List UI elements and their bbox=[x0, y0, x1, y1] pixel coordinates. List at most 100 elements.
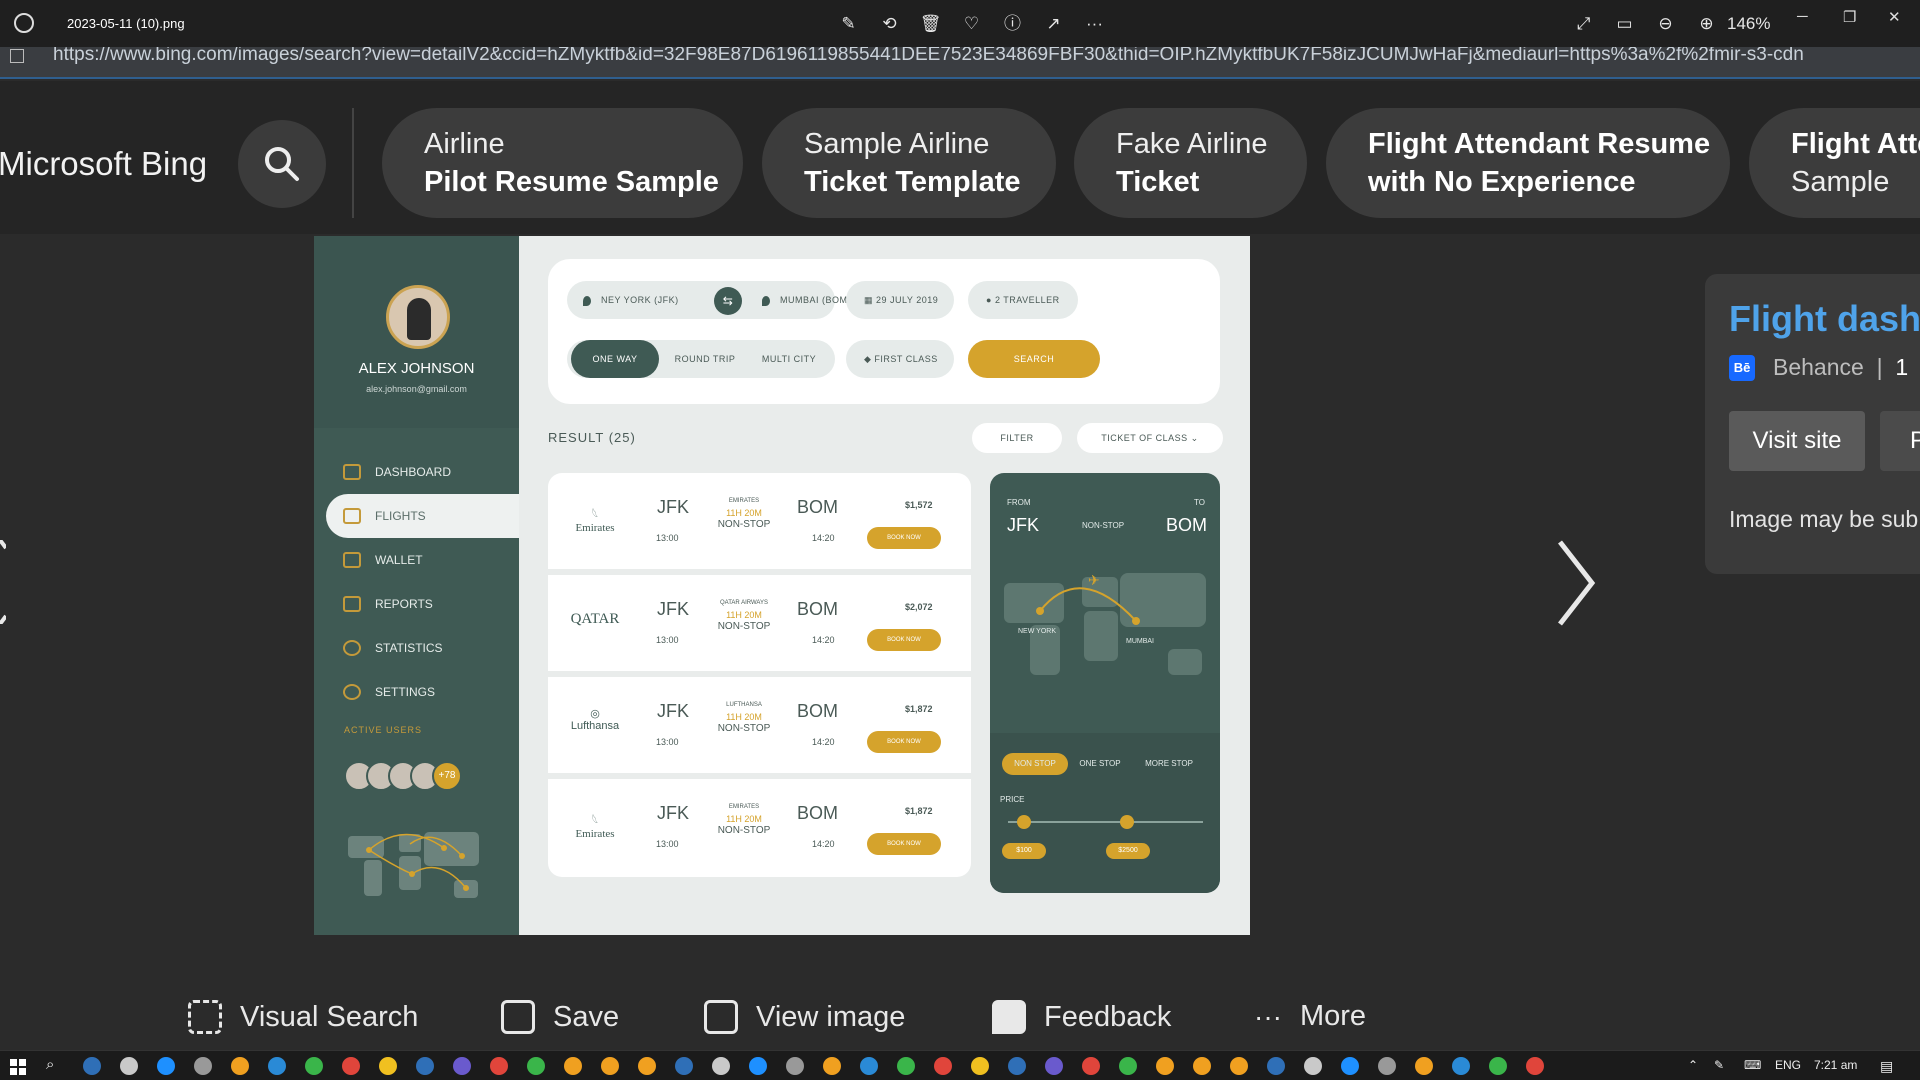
taskbar-app-icon[interactable] bbox=[268, 1057, 286, 1075]
taskbar-app-icon[interactable] bbox=[305, 1057, 323, 1075]
notifications-icon[interactable]: ▤ bbox=[1880, 1058, 1893, 1075]
fit-icon[interactable]: ▭ bbox=[1604, 12, 1645, 36]
delete-icon[interactable]: 🗑 bbox=[910, 12, 951, 36]
taskbar-app-icon[interactable] bbox=[860, 1057, 878, 1075]
more-icon[interactable]: ··· bbox=[1074, 12, 1115, 36]
taskbar-app-icon[interactable] bbox=[157, 1057, 175, 1075]
related-search-chip[interactable]: Airline Pilot Resume Sample bbox=[382, 108, 743, 218]
bing-logo[interactable]: Microsoft Bing bbox=[0, 145, 207, 183]
taskbar-app-icon[interactable] bbox=[934, 1057, 952, 1075]
airline-logo: 𓆩 Emirates bbox=[575, 815, 615, 840]
related-search-chip[interactable]: Flight Atte Sample bbox=[1749, 108, 1920, 218]
taskbar-app-icon[interactable] bbox=[527, 1057, 545, 1075]
taskbar-app-icon[interactable] bbox=[1193, 1057, 1211, 1075]
taskbar-app-icon[interactable] bbox=[231, 1057, 249, 1075]
taskbar-app-icon[interactable] bbox=[971, 1057, 989, 1075]
taskbar-app-icon[interactable] bbox=[83, 1057, 101, 1075]
taskbar-app-icon[interactable] bbox=[194, 1057, 212, 1075]
taskbar-app-icon[interactable] bbox=[453, 1057, 471, 1075]
share-icon[interactable]: ↗ bbox=[1033, 12, 1074, 36]
viewer-titlebar: 2023-05-11 (10).png ✎ ⟲ 🗑 ♡ ⓘ ↗ ··· ⤢ ▭ … bbox=[0, 0, 1920, 47]
viewer-toolbar: ✎ ⟲ 🗑 ♡ ⓘ ↗ ··· bbox=[828, 12, 1115, 36]
taskbar-app-icon[interactable] bbox=[379, 1057, 397, 1075]
feedback-button[interactable]: Feedback bbox=[992, 1000, 1171, 1034]
active-users-label: ACTIVE USERS bbox=[344, 725, 423, 735]
prev-image-arrow[interactable] bbox=[0, 540, 6, 624]
taskbar-app-icon[interactable] bbox=[564, 1057, 582, 1075]
origin-code: JFK bbox=[657, 599, 690, 619]
pen-icon[interactable]: ✎ bbox=[1714, 1058, 1724, 1072]
taskbar-app-icon[interactable] bbox=[342, 1057, 360, 1075]
expand-icon[interactable]: ⤢ bbox=[1563, 12, 1604, 36]
taskbar-app-icon[interactable] bbox=[601, 1057, 619, 1075]
clock[interactable]: 7:21 am bbox=[1814, 1058, 1857, 1072]
taskbar-app-icon[interactable] bbox=[1119, 1057, 1137, 1075]
sidebar-item-reports: REPORTS bbox=[314, 582, 519, 626]
secondary-button[interactable]: P bbox=[1880, 411, 1920, 471]
taskbar-app-icon[interactable] bbox=[675, 1057, 693, 1075]
class-field: ◆ FIRST CLASS bbox=[846, 340, 954, 378]
taskbar-app-icon[interactable] bbox=[1267, 1057, 1285, 1075]
search-button[interactable] bbox=[238, 120, 326, 208]
taskbar-app-icon[interactable] bbox=[1526, 1057, 1544, 1075]
related-search-chip[interactable]: Sample Airline Ticket Template bbox=[762, 108, 1056, 218]
image-title-link[interactable]: Flight dashb bbox=[1729, 298, 1920, 340]
taskbar-app-icon[interactable] bbox=[1156, 1057, 1174, 1075]
taskbar-search-icon[interactable]: ⌕ bbox=[46, 1056, 54, 1073]
taskbar-app-icon[interactable] bbox=[1415, 1057, 1433, 1075]
taskbar-app-icon[interactable] bbox=[1230, 1057, 1248, 1075]
copyright-notice: Image may be sub bbox=[1729, 506, 1919, 532]
next-image-arrow[interactable] bbox=[1556, 538, 1596, 628]
flight-info: EMIRATES 11H 20M NON-STOP bbox=[717, 498, 771, 530]
related-search-chip[interactable]: Fake Airline Ticket bbox=[1074, 108, 1307, 218]
taskbar-app-icon[interactable] bbox=[1008, 1057, 1026, 1075]
taskbar-app-icon[interactable] bbox=[1378, 1057, 1396, 1075]
from-label: FROM bbox=[1007, 498, 1031, 507]
visual-search-button[interactable]: Visual Search bbox=[188, 1000, 418, 1034]
more-button[interactable]: ··· More bbox=[1254, 1000, 1366, 1033]
rotate-icon[interactable]: ⟲ bbox=[869, 12, 910, 36]
taskbar-app-icon[interactable] bbox=[749, 1057, 767, 1075]
traveller-field: ● 2 TRAVELLER bbox=[968, 281, 1078, 319]
taskbar-app-icon[interactable] bbox=[786, 1057, 804, 1075]
heart-icon[interactable]: ♡ bbox=[951, 12, 992, 36]
taskbar-app-icon[interactable] bbox=[1045, 1057, 1063, 1075]
restore-button[interactable]: ❐ bbox=[1843, 8, 1856, 26]
departure-time: 13:00 bbox=[656, 533, 679, 543]
zoom-in-icon[interactable]: ⊕ bbox=[1686, 12, 1727, 36]
taskbar-app-icon[interactable] bbox=[1341, 1057, 1359, 1075]
related-search-chip[interactable]: Flight Attendant Resume with No Experienc… bbox=[1326, 108, 1730, 218]
taskbar-app-icon[interactable] bbox=[1304, 1057, 1322, 1075]
zoom-out-icon[interactable]: ⊖ bbox=[1645, 12, 1686, 36]
view-image-button[interactable]: View image bbox=[704, 1000, 905, 1034]
minimize-button[interactable]: ─ bbox=[1797, 8, 1808, 25]
taskbar-app-icon[interactable] bbox=[120, 1057, 138, 1075]
taskbar-app-icon[interactable] bbox=[712, 1057, 730, 1075]
book-now-button: BOOK NOW bbox=[867, 527, 941, 549]
save-button[interactable]: Save bbox=[501, 1000, 619, 1034]
taskbar-app-icon[interactable] bbox=[1489, 1057, 1507, 1075]
from-field: NEY YORK (JFK) bbox=[601, 295, 679, 305]
taskbar-app-icon[interactable] bbox=[1452, 1057, 1470, 1075]
taskbar-app-icon[interactable] bbox=[823, 1057, 841, 1075]
flight-card: ◎ Lufthansa JFK 13:00 LUFTHANSA 11H 20M NON… bbox=[548, 677, 971, 773]
taskbar-app-icon[interactable] bbox=[638, 1057, 656, 1075]
visit-site-button[interactable]: Visit site bbox=[1729, 411, 1865, 471]
behance-icon: Bē bbox=[1729, 355, 1755, 381]
info-icon[interactable]: ⓘ bbox=[992, 12, 1033, 36]
flight-dashboard-image[interactable]: ALEX JOHNSON alex.johnson@gmail.com DASH… bbox=[314, 236, 1250, 935]
tray-chevron-icon[interactable]: ⌃ bbox=[1688, 1058, 1698, 1072]
edit-icon[interactable]: ✎ bbox=[828, 12, 869, 36]
origin-code: JFK bbox=[657, 497, 690, 517]
keyboard-icon[interactable]: ⌨ bbox=[1744, 1058, 1761, 1072]
close-button[interactable]: ✕ bbox=[1888, 8, 1901, 26]
windows-start-icon[interactable] bbox=[10, 1059, 26, 1075]
taskbar-app-icon[interactable] bbox=[490, 1057, 508, 1075]
flight-card: 𓆩 Emirates JFK 13:00 EMIRATES 11H 20M NON-S… bbox=[548, 779, 971, 877]
taskbar-app-icon[interactable] bbox=[897, 1057, 915, 1075]
taskbar-app-icon[interactable] bbox=[1082, 1057, 1100, 1075]
taskbar-app-icon[interactable] bbox=[416, 1057, 434, 1075]
active-users-avatars: +78 bbox=[344, 761, 462, 791]
route-origin: JFK bbox=[1007, 515, 1040, 535]
language-indicator[interactable]: ENG bbox=[1775, 1058, 1801, 1072]
